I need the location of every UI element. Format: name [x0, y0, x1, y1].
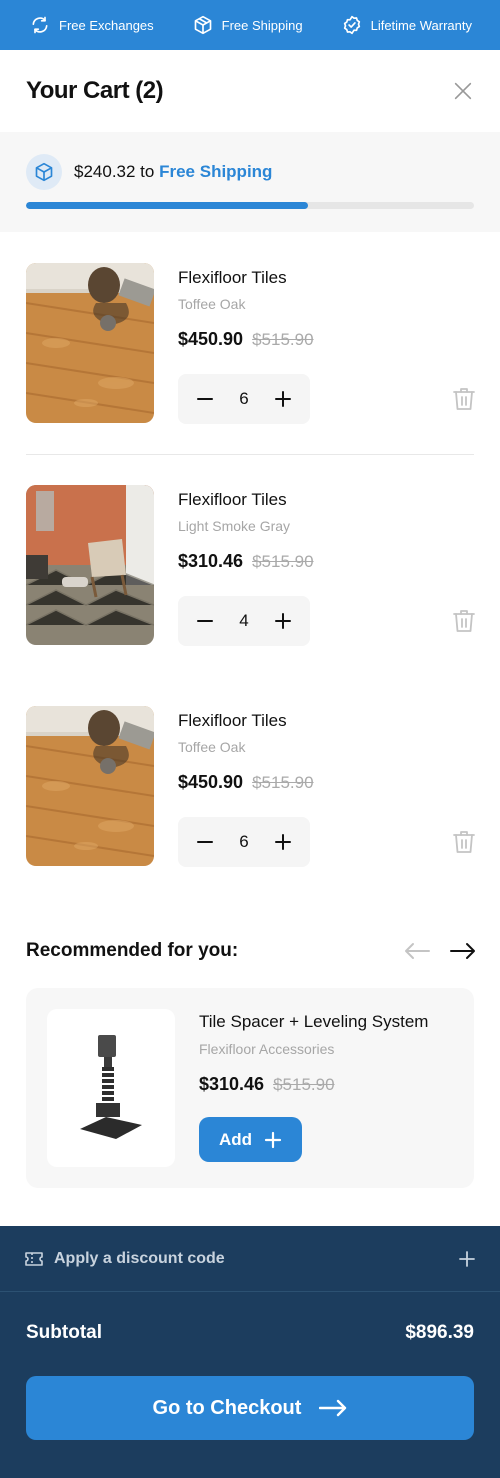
checkout-label: Go to Checkout: [152, 1396, 302, 1419]
item-variant: Light Smoke Gray: [178, 518, 291, 534]
box-icon: [194, 15, 211, 35]
trash-icon[interactable]: [452, 386, 476, 412]
quantity-stepper: 6: [178, 817, 310, 867]
subtotal-label: Subtotal: [26, 1322, 102, 1343]
shipping-amount: $240.32 to: [74, 162, 155, 181]
trash-icon[interactable]: [452, 608, 476, 634]
perk-label: Free Shipping: [221, 17, 303, 33]
recommended-title: Recommended for you:: [26, 940, 239, 961]
discount-label: Apply a discount code: [54, 1249, 225, 1267]
item-name[interactable]: Flexifloor Tiles: [178, 490, 287, 510]
perk-free-exchanges: Free Exchanges: [30, 15, 154, 35]
increase-quantity-button[interactable]: [272, 388, 294, 410]
arrow-right-icon[interactable]: [450, 940, 476, 962]
ticket-icon: [25, 1251, 43, 1266]
checkout-button[interactable]: Go to Checkout: [26, 1376, 474, 1440]
plus-icon: [264, 1131, 282, 1148]
free-shipping-progress: $240.32 to Free Shipping: [0, 132, 500, 232]
decrease-quantity-button[interactable]: [194, 610, 216, 632]
quantity-stepper: 4: [178, 596, 310, 646]
plus-icon: [275, 613, 291, 629]
item-variant: Toffee Oak: [178, 739, 246, 755]
trash-icon[interactable]: [452, 829, 476, 855]
arrow-left-icon[interactable]: [404, 940, 430, 962]
decrease-quantity-button[interactable]: [194, 388, 216, 410]
recommended-product-price: $310.46 $515.90: [199, 1074, 335, 1095]
refresh-icon: [32, 16, 48, 34]
recommended-original-price: $515.90: [273, 1075, 335, 1094]
increase-quantity-button[interactable]: [272, 831, 294, 853]
item-name[interactable]: Flexifloor Tiles: [178, 711, 287, 731]
recommended-current-price: $310.46: [199, 1074, 265, 1094]
recommended-carousel-controls: [404, 940, 476, 962]
subtotal-value: $896.39: [405, 1322, 474, 1343]
subtotal-row: Subtotal $896.39: [26, 1322, 474, 1344]
item-current-price: $450.90: [178, 329, 244, 349]
arrow-right-icon: [319, 1399, 347, 1417]
item-original-price: $515.90: [252, 552, 314, 571]
close-icon[interactable]: [452, 80, 474, 102]
shipping-goal: Free Shipping: [159, 162, 273, 181]
increase-quantity-button[interactable]: [272, 610, 294, 632]
shipping-box-icon: [26, 154, 62, 190]
item-current-price: $310.46: [178, 551, 244, 571]
badge-check-icon: [343, 15, 360, 35]
discount-code-toggle[interactable]: Apply a discount code: [0, 1226, 500, 1292]
quantity-stepper: 6: [178, 374, 310, 424]
perk-label: Free Exchanges: [59, 17, 154, 33]
quantity-value[interactable]: 6: [239, 389, 248, 409]
item-original-price: $515.90: [252, 773, 314, 792]
add-to-cart-button[interactable]: Add: [199, 1117, 302, 1162]
shipping-message: $240.32 to Free Shipping: [74, 162, 272, 182]
plus-icon: [275, 391, 291, 407]
shipping-progress-bar: [26, 202, 474, 209]
cart-footer: Apply a discount code Subtotal $896.39 G…: [0, 1226, 500, 1478]
cart-item: Flexifloor Tiles Light Smoke Gray $310.4…: [26, 485, 476, 646]
cart-title: Your Cart (2): [26, 77, 164, 104]
perk-free-shipping: Free Shipping: [193, 15, 303, 35]
product-image-tile-spacer[interactable]: [47, 1009, 175, 1167]
add-button-label: Add: [218, 1129, 253, 1149]
cart-header: Your Cart (2): [0, 50, 500, 132]
benefits-bar: Free Exchanges Free Shipping Lifetime Wa…: [0, 0, 500, 50]
perk-lifetime-warranty: Lifetime Warranty: [342, 15, 472, 35]
item-original-price: $515.90: [252, 330, 314, 349]
item-variant: Toffee Oak: [178, 296, 246, 312]
cart-item: Flexifloor Tiles Toffee Oak $450.90 $515…: [26, 263, 476, 424]
product-image-toffee-oak[interactable]: [26, 263, 154, 423]
decrease-quantity-button[interactable]: [194, 831, 216, 853]
item-price: $310.46 $515.90: [178, 551, 314, 572]
item-price: $450.90 $515.90: [178, 772, 314, 793]
product-image-toffee-oak[interactable]: [26, 706, 154, 866]
perk-label: Lifetime Warranty: [370, 17, 472, 33]
cart-item: Flexifloor Tiles Toffee Oak $450.90 $515…: [26, 706, 476, 867]
recommended-product-variant: Flexifloor Accessories: [199, 1041, 335, 1057]
item-divider: [26, 454, 474, 455]
plus-icon: [275, 834, 291, 850]
item-name[interactable]: Flexifloor Tiles: [178, 268, 287, 288]
plus-icon: [459, 1250, 475, 1267]
product-image-light-smoke-gray[interactable]: [26, 485, 154, 645]
recommended-product-name[interactable]: Tile Spacer + Leveling System: [199, 1012, 428, 1032]
shipping-progress-fill: [26, 202, 309, 209]
recommended-product-card: Tile Spacer + Leveling System Flexifloor…: [26, 988, 474, 1188]
item-price: $450.90 $515.90: [178, 329, 314, 350]
item-current-price: $450.90: [178, 772, 244, 792]
quantity-value[interactable]: 4: [239, 611, 248, 631]
quantity-value[interactable]: 6: [239, 832, 248, 852]
